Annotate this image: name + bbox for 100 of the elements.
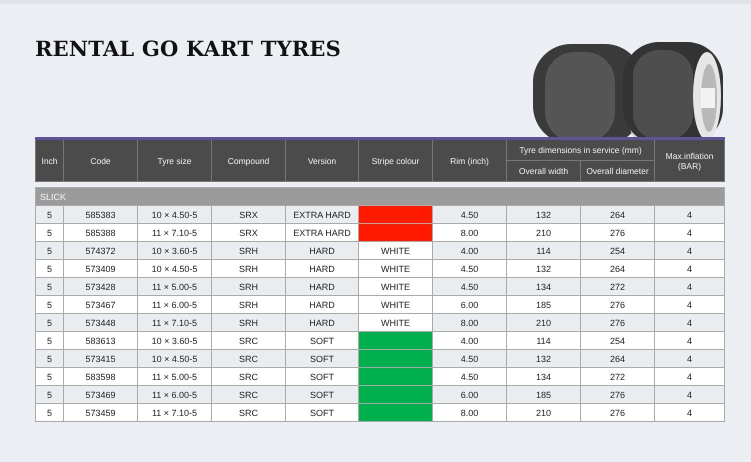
table-cell: SRH: [212, 314, 286, 332]
table-cell: 114: [506, 242, 580, 260]
table-cell: 5: [36, 242, 64, 260]
table-cell: 4.50: [432, 278, 506, 296]
table-cell: HARD: [286, 314, 358, 332]
table-cell: 276: [580, 224, 654, 242]
table-cell: 185: [506, 386, 580, 404]
table-cell: 4: [654, 296, 724, 314]
table-cell: 254: [580, 332, 654, 350]
table-cell: 573469: [64, 386, 138, 404]
table-cell: 272: [580, 368, 654, 386]
table-cell: 4.50: [432, 350, 506, 368]
table-cell: 573448: [64, 314, 138, 332]
table-cell: 573415: [64, 350, 138, 368]
table-cell: 11 × 7.10-5: [138, 404, 212, 422]
table-cell: 4.50: [432, 206, 506, 224]
column-header: Stripe colour: [358, 138, 432, 182]
table-cell: SRC: [212, 386, 286, 404]
column-header: Rim (inch): [432, 138, 506, 182]
table-cell: 276: [580, 386, 654, 404]
table-cell: 132: [506, 350, 580, 368]
table-cell: SRC: [212, 350, 286, 368]
table-cell: 272: [580, 278, 654, 296]
table-cell: 132: [506, 206, 580, 224]
table-cell: 4: [654, 206, 724, 224]
table-cell: 8.00: [432, 224, 506, 242]
table-cell: WHITE: [358, 242, 432, 260]
table-cell: 4: [654, 386, 724, 404]
table-cell: 573467: [64, 296, 138, 314]
table-cell: 132: [506, 260, 580, 278]
table-cell: 4.50: [432, 368, 506, 386]
table-cell: 11 × 5.00-5: [138, 278, 212, 296]
column-header: Max.inflation (BAR): [654, 138, 724, 182]
column-header: Overall diameter: [580, 160, 654, 182]
table-cell: 134: [506, 368, 580, 386]
table-cell: SRX: [212, 224, 286, 242]
table-cell: 254: [580, 242, 654, 260]
table-cell: HARD: [286, 278, 358, 296]
section-header: SLICK: [36, 188, 724, 206]
table-cell: SRH: [212, 296, 286, 314]
table-cell: 276: [580, 404, 654, 422]
table-cell: SOFT: [286, 350, 358, 368]
table-cell: 5: [36, 296, 64, 314]
table-cell: SOFT: [286, 386, 358, 404]
table-cell: 10 × 4.50-5: [138, 350, 212, 368]
table-cell: 10 × 3.60-5: [138, 332, 212, 350]
table-cell: 573428: [64, 278, 138, 296]
table-cell: 5: [36, 278, 64, 296]
table-cell: EXTRA HARD: [286, 224, 358, 242]
table-cell: 4: [654, 350, 724, 368]
table-cell: HARD: [286, 242, 358, 260]
table-cell: 10 × 4.50-5: [138, 260, 212, 278]
table-cell: 264: [580, 350, 654, 368]
table-cell: SRH: [212, 278, 286, 296]
table-cell: 11 × 7.10-5: [138, 314, 212, 332]
table-cell: 114: [506, 332, 580, 350]
table-cell: SRH: [212, 260, 286, 278]
table-cell: 11 × 6.00-5: [138, 296, 212, 314]
table-cell: 10 × 4.50-5: [138, 206, 212, 224]
table-cell: WHITE: [358, 278, 432, 296]
table-cell: 11 × 7.10-5: [138, 224, 212, 242]
table-cell: 585383: [64, 206, 138, 224]
table-cell: 5: [36, 332, 64, 350]
table-cell: SOFT: [286, 368, 358, 386]
page-title: RENTAL GO KART TYRES: [35, 36, 341, 61]
table-cell: 6.00: [432, 386, 506, 404]
column-header: Compound: [212, 138, 286, 182]
table-cell: 5: [36, 206, 64, 224]
table-cell: 210: [506, 404, 580, 422]
table-cell: 264: [580, 206, 654, 224]
table-cell: 4: [654, 404, 724, 422]
table-cell: 583598: [64, 368, 138, 386]
table-cell: 134: [506, 278, 580, 296]
table-cell: 573409: [64, 260, 138, 278]
table-cell: SRC: [212, 332, 286, 350]
table-cell: SOFT: [286, 404, 358, 422]
table-cell: 5: [36, 260, 64, 278]
column-header: Inch: [36, 138, 64, 182]
table-cell: WHITE: [358, 314, 432, 332]
table-cell: 5: [36, 350, 64, 368]
table-cell: 574372: [64, 242, 138, 260]
table-cell: 5: [36, 224, 64, 242]
column-header: Tyre dimensions in service (mm): [506, 138, 654, 160]
table-cell: 276: [580, 314, 654, 332]
table-cell: 583613: [64, 332, 138, 350]
table-cell: 4: [654, 242, 724, 260]
table-cell: 10 × 3.60-5: [138, 242, 212, 260]
table-cell: 4: [654, 278, 724, 296]
table-cell: SOFT: [286, 332, 358, 350]
table-cell: 8.00: [432, 404, 506, 422]
table-cell: WHITE: [358, 296, 432, 314]
table-cell: SRC: [212, 368, 286, 386]
table-cell: 185: [506, 296, 580, 314]
table-cell: 4: [654, 368, 724, 386]
table-cell: 573459: [64, 404, 138, 422]
table-cell: 11 × 5.00-5: [138, 368, 212, 386]
table-cell: 264: [580, 260, 654, 278]
column-header: Overall width: [506, 160, 580, 182]
table-cell: HARD: [286, 296, 358, 314]
table-cell: WHITE: [358, 260, 432, 278]
